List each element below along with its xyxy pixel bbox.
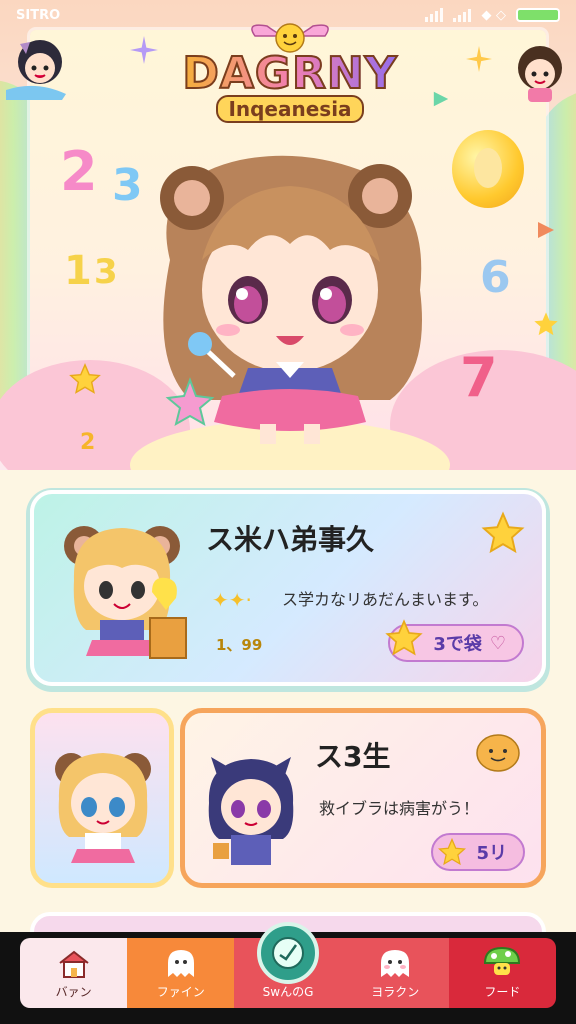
heart-icon: ♡: [489, 632, 506, 654]
nav-item-home[interactable]: バァン: [20, 938, 128, 1008]
character-card[interactable]: [30, 708, 174, 888]
carrier-label: SITRO: [16, 7, 61, 23]
floating-number: 6: [480, 252, 511, 303]
smiley-face-icon: [476, 734, 520, 772]
battery-icon: [516, 8, 560, 22]
star-icon[interactable]: [480, 510, 526, 556]
ghost-icon: [167, 950, 194, 977]
nav-label: フード: [484, 985, 521, 999]
signal-icon: [425, 8, 444, 22]
nav-item-5[interactable]: フード: [448, 938, 557, 1008]
second-card-description: 救イブラは病害がう！: [319, 799, 480, 818]
character-thumbnail: [64, 526, 187, 659]
character-thumbnail: [208, 757, 294, 865]
floating-number: 1: [64, 248, 92, 294]
bottom-navigation: バァン ファイン SwんのG ヨラクン フード: [0, 922, 576, 1024]
star-icon: [437, 837, 467, 866]
second-action-button[interactable]: 5リ: [431, 833, 525, 871]
app-logo: DAGRNY Inqeanesia: [170, 23, 410, 123]
clock-icon: [272, 937, 304, 969]
floating-number: 7: [460, 346, 498, 409]
signal-strength-icon: [453, 8, 472, 22]
star-icon: [385, 619, 423, 656]
avatar-top-right[interactable]: [504, 36, 574, 106]
featured-card-counter: 1、99: [216, 636, 263, 654]
house-icon: [58, 950, 89, 978]
floating-number: 2: [60, 140, 98, 203]
featured-card[interactable]: ス米ハ弟事久 ✦✦· ス学カなリあだんまいます。 1、99 3で袋 ♡: [30, 490, 546, 686]
nav-label: バァン: [55, 985, 92, 999]
balloon-icon: [452, 130, 524, 208]
status-bar: SITRO ◆ ◇: [0, 0, 576, 30]
star-icon: [534, 312, 558, 336]
sparkle-icon: [130, 36, 158, 64]
logo-subtitle: Inqeanesia: [216, 95, 364, 123]
featured-card-description: ス学カなリあだんまいます。: [282, 590, 489, 609]
star-icon: [69, 363, 101, 394]
avatar-top-left[interactable]: [6, 30, 76, 100]
floating-number: 2: [80, 430, 96, 455]
mushroom-icon: [484, 946, 521, 975]
floating-number: 3: [94, 252, 118, 292]
hero-banner: 2 3 1 3 6 7 2 DAGRNY Inqeanesia: [0, 0, 576, 470]
nav-item-4[interactable]: ヨラクン: [341, 938, 449, 1008]
featured-card-title: ス米ハ弟事久: [206, 523, 375, 556]
sparkle-icon: [466, 46, 492, 72]
triangle-icon: [538, 222, 554, 238]
sparkle-icons: ✦✦·: [212, 588, 252, 612]
second-action-label: 5リ: [476, 843, 507, 864]
character-thumbnail: [55, 753, 151, 863]
wifi-icon: ◆ ◇: [481, 7, 506, 23]
nav-label: ファイン: [156, 985, 205, 999]
featured-action-button[interactable]: 3で袋 ♡: [385, 619, 524, 662]
mascot-character-image: [160, 155, 423, 444]
featured-action-label: 3で袋: [433, 634, 482, 655]
second-card[interactable]: ス3生 救イブラは病害がう！ 5リ: [180, 708, 546, 888]
triangle-icon: [433, 91, 449, 107]
nav-label: SwんのG: [262, 985, 314, 999]
center-action-button[interactable]: [257, 922, 319, 984]
logo-title: DAGRNY: [170, 47, 410, 100]
second-card-title: ス3生: [315, 740, 391, 773]
nav-item-2[interactable]: ファイン: [127, 938, 235, 1008]
nav-label: ヨラクン: [371, 985, 420, 999]
ghost-icon: [381, 950, 410, 977]
nav-item-center[interactable]: SwんのG: [234, 922, 342, 1008]
